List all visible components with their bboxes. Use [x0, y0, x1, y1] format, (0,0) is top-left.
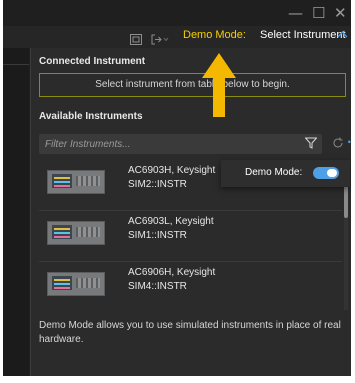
- torn-edge-bottom: [0, 376, 355, 383]
- filter-icon[interactable]: [304, 137, 318, 152]
- refresh-icon[interactable]: [332, 137, 344, 152]
- select-instrument-button[interactable]: Select Instrument: [260, 29, 346, 41]
- filter-row: ···: [39, 134, 353, 154]
- background-workspace: [3, 48, 29, 376]
- panel-icon[interactable]: [130, 34, 142, 48]
- close-icon[interactable]: ✕: [334, 4, 347, 22]
- filter-instruments-input[interactable]: [39, 134, 322, 154]
- chevron-up-icon[interactable]: [337, 28, 348, 41]
- connected-instrument-box: Select instrument from table below to be…: [39, 73, 346, 97]
- instrument-address: SIM2::INSTR: [128, 179, 187, 190]
- instrument-address: SIM4::INSTR: [128, 281, 187, 292]
- minimize-icon[interactable]: —: [288, 4, 303, 22]
- instrument-address: SIM1::INSTR: [128, 230, 187, 241]
- app-window: — ☐ ✕ Demo Mode: Select Instrument Conne…: [3, 0, 353, 376]
- instrument-name: AC6903H, Keysight: [128, 165, 216, 176]
- maximize-icon[interactable]: ☐: [312, 4, 325, 22]
- demo-mode-indicator: Demo Mode:: [183, 29, 246, 41]
- instrument-thumbnail: [47, 221, 105, 245]
- torn-edge-right: [351, 0, 355, 383]
- demo-mode-toggle-label: Demo Mode:: [245, 167, 303, 178]
- export-icon[interactable]: [151, 34, 169, 48]
- demo-mode-toggle[interactable]: [313, 167, 339, 179]
- demo-mode-help-text: Demo Mode allows you to use simulated in…: [39, 320, 341, 345]
- available-instruments-title: Available Instruments: [39, 111, 143, 122]
- title-bar: — ☐ ✕: [3, 0, 353, 28]
- instrument-name: AC6903L, Keysight: [128, 216, 214, 227]
- demo-mode-popup: Demo Mode:: [221, 160, 350, 187]
- instrument-name: AC6906H, Keysight: [128, 267, 216, 278]
- toggle-knob: [327, 169, 337, 177]
- arrow-up-icon: [202, 53, 236, 117]
- instrument-dropdown-panel: Connected Instrument Select instrument f…: [30, 48, 353, 376]
- instrument-row[interactable]: AC6903L, Keysight SIM1::INSTR: [39, 211, 342, 262]
- connected-instrument-title: Connected Instrument: [39, 56, 146, 67]
- instrument-thumbnail: [47, 170, 105, 194]
- instrument-row[interactable]: AC6906H, Keysight SIM4::INSTR: [39, 262, 342, 310]
- instrument-thumbnail: [47, 272, 105, 296]
